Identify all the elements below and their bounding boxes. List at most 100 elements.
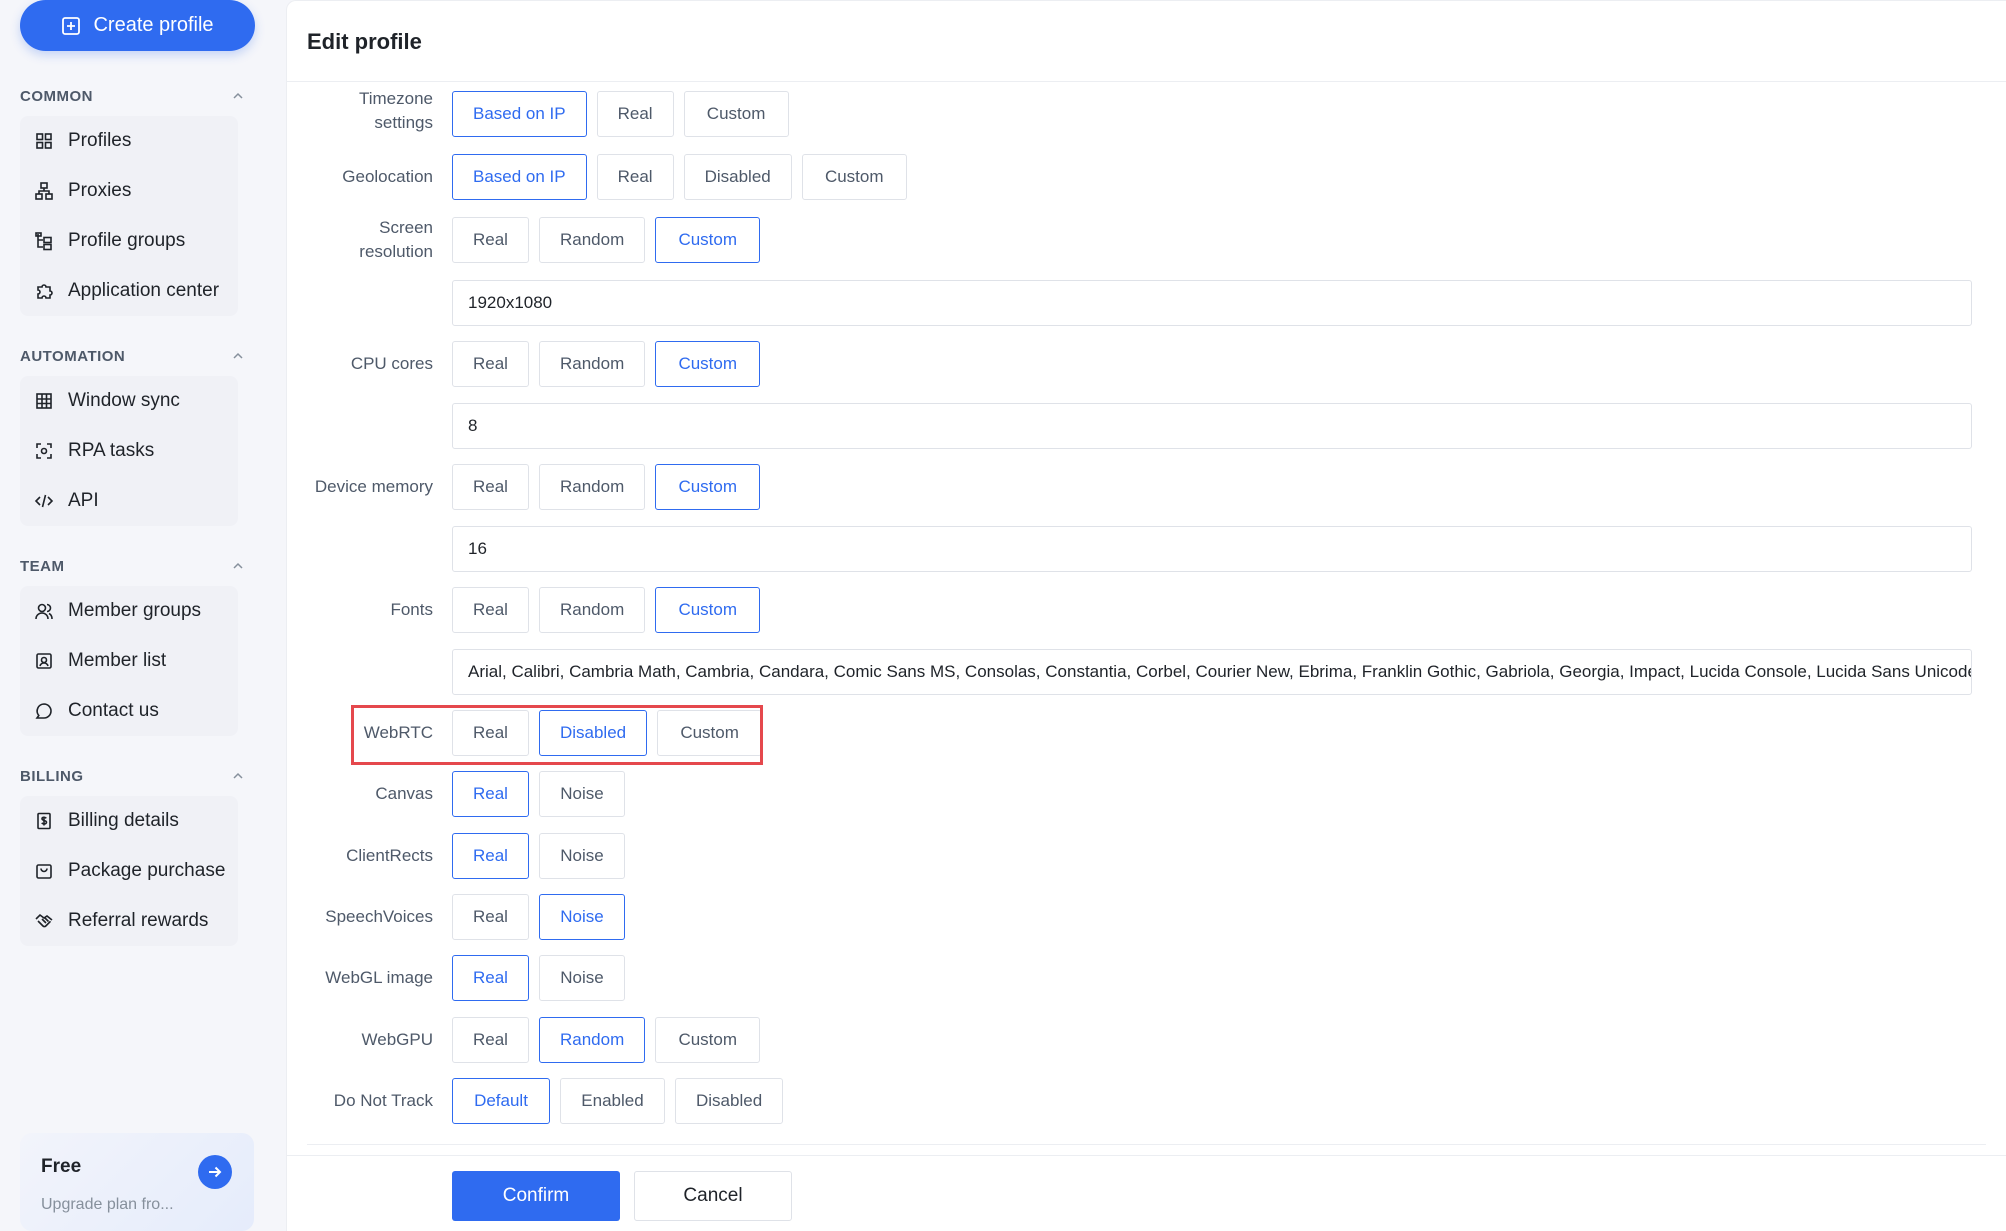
- sidebar-item-window-sync[interactable]: Window sync: [20, 376, 238, 426]
- screen-resolution-input[interactable]: 1920x1080: [452, 280, 1972, 326]
- option-real[interactable]: Real: [452, 894, 529, 940]
- nav-section-header[interactable]: COMMON: [0, 76, 286, 116]
- plan-card[interactable]: Free Upgrade plan fro...: [20, 1133, 254, 1231]
- option-custom[interactable]: Custom: [655, 217, 761, 263]
- upgrade-button[interactable]: [198, 1155, 232, 1189]
- code-icon: [34, 494, 54, 508]
- option-real[interactable]: Real: [452, 833, 529, 879]
- sidebar-item-member-groups[interactable]: Member groups: [20, 586, 238, 636]
- webgpu-options: Real Random Custom: [452, 1017, 761, 1063]
- option-disabled[interactable]: Disabled: [675, 1078, 784, 1124]
- option-real[interactable]: Real: [452, 1017, 529, 1063]
- option-custom[interactable]: Custom: [801, 154, 907, 200]
- field-label: WebGPU: [361, 1030, 434, 1050]
- option-real[interactable]: Real: [452, 955, 529, 1001]
- sidebar-item-member-list[interactable]: Member list: [20, 636, 238, 686]
- sidebar-item-billing-details[interactable]: Billing details: [20, 796, 238, 846]
- divider: [287, 1155, 2006, 1156]
- device-memory-input[interactable]: 16: [452, 526, 1972, 572]
- option-custom[interactable]: Custom: [683, 91, 789, 137]
- option-noise[interactable]: Noise: [538, 894, 625, 940]
- nav-section-header[interactable]: AUTOMATION: [0, 336, 286, 376]
- sidebar-item-label: RPA tasks: [68, 440, 155, 461]
- option-noise[interactable]: Noise: [538, 833, 625, 879]
- field-label: Do Not Track: [333, 1091, 433, 1111]
- speechvoices-options: Real Noise: [452, 894, 625, 940]
- invoice-icon: [37, 812, 51, 830]
- confirm-button[interactable]: Confirm: [452, 1171, 620, 1221]
- row-do-not-track: Do Not Track Default Enabled Disabled: [287, 1078, 2006, 1128]
- option-enabled[interactable]: Enabled: [560, 1078, 665, 1124]
- chevron-up-icon: [233, 92, 243, 99]
- sidebar-item-package-purchase[interactable]: Package purchase: [20, 846, 238, 896]
- sidebar-item-contact-us[interactable]: Contact us: [20, 686, 238, 736]
- option-random[interactable]: Random: [538, 1017, 646, 1063]
- field-label: Screen resolution: [359, 218, 433, 261]
- chevron-up-icon: [233, 352, 243, 359]
- sidebar-item-label: Referral rewards: [68, 910, 209, 931]
- row-screen-resolution: Screen resolution Real Random Custom: [287, 217, 2006, 267]
- option-custom[interactable]: Custom: [655, 587, 761, 633]
- cpu-cores-input[interactable]: 8: [452, 403, 1972, 449]
- sidebar-item-label: Member groups: [68, 600, 202, 621]
- nav-section-header[interactable]: TEAM: [0, 546, 286, 586]
- fonts-input[interactable]: Arial, Calibri, Cambria Math, Cambria, C…: [452, 649, 1972, 695]
- sidebar-item-label: Billing details: [68, 810, 179, 831]
- webgl-image-options: Real Noise: [452, 955, 625, 1001]
- row-timezone: Timezone settings Based on IP Real Custo…: [287, 91, 2006, 139]
- nav-list: Billing details Package purchase Referra…: [20, 796, 238, 946]
- sidebar-item-proxies[interactable]: Proxies: [20, 166, 238, 216]
- row-device-memory: Device memory Real Random Custom: [287, 464, 2006, 514]
- option-default[interactable]: Default: [452, 1078, 550, 1124]
- option-random[interactable]: Random: [538, 217, 646, 263]
- page-title: Edit profile: [307, 29, 422, 54]
- option-based-on-ip[interactable]: Based on IP: [452, 91, 587, 137]
- row-webgl-image: WebGL image Real Noise: [287, 955, 2006, 1005]
- option-random[interactable]: Random: [538, 341, 646, 387]
- sidebar: Create profile COMMON Profiles Proxies P…: [0, 0, 286, 1231]
- cancel-button[interactable]: Cancel: [634, 1171, 792, 1221]
- plan-title: Free: [41, 1156, 82, 1177]
- row-canvas: Canvas Real Noise: [287, 771, 2006, 821]
- field-label: Device memory: [314, 477, 433, 497]
- sidebar-item-label: Profiles: [68, 130, 132, 151]
- option-real[interactable]: Real: [596, 91, 674, 137]
- plus-square-icon: [62, 16, 81, 35]
- option-real[interactable]: Real: [452, 217, 529, 263]
- option-disabled[interactable]: Disabled: [683, 154, 792, 200]
- option-random[interactable]: Random: [538, 464, 646, 510]
- divider: [307, 1144, 1986, 1145]
- sidebar-item-label: Window sync: [68, 390, 180, 411]
- sidebar-item-profile-groups[interactable]: Profile groups: [20, 216, 238, 266]
- option-real[interactable]: Real: [452, 341, 529, 387]
- field-label: SpeechVoices: [325, 907, 433, 927]
- sidebar-item-application-center[interactable]: Application center: [20, 266, 238, 316]
- option-real[interactable]: Real: [452, 587, 529, 633]
- nav-section-title: BILLING: [20, 767, 84, 785]
- option-real[interactable]: Real: [452, 771, 529, 817]
- option-custom[interactable]: Custom: [655, 464, 761, 510]
- sidebar-item-api[interactable]: API: [20, 476, 238, 526]
- nav-section-header[interactable]: BILLING: [0, 756, 286, 796]
- sidebar-item-referral-rewards[interactable]: Referral rewards: [20, 896, 238, 946]
- scan-icon: [36, 443, 52, 459]
- divider: [287, 81, 2006, 82]
- option-noise[interactable]: Noise: [538, 955, 625, 1001]
- geolocation-options: Based on IP Real Disabled Custom: [452, 154, 907, 200]
- sidebar-item-rpa-tasks[interactable]: RPA tasks: [20, 426, 238, 476]
- create-profile-button[interactable]: Create profile: [20, 0, 255, 51]
- nav-section-automation: AUTOMATION Window sync RPA tasks API: [0, 336, 286, 526]
- option-custom[interactable]: Custom: [655, 341, 761, 387]
- option-custom[interactable]: Custom: [655, 1017, 761, 1063]
- option-random[interactable]: Random: [538, 587, 646, 633]
- contact-card-icon: [36, 653, 52, 669]
- sidebar-item-profiles[interactable]: Profiles: [20, 116, 238, 166]
- option-real[interactable]: Real: [452, 464, 529, 510]
- option-based-on-ip[interactable]: Based on IP: [452, 154, 587, 200]
- row-fonts: Fonts Real Random Custom: [287, 587, 2006, 637]
- option-real[interactable]: Real: [596, 154, 674, 200]
- option-noise[interactable]: Noise: [538, 771, 625, 817]
- create-profile-label: Create profile: [93, 14, 214, 36]
- edit-profile-panel: Edit profile Timezone settings Based on …: [286, 0, 2006, 1231]
- table-grid-icon: [36, 393, 52, 409]
